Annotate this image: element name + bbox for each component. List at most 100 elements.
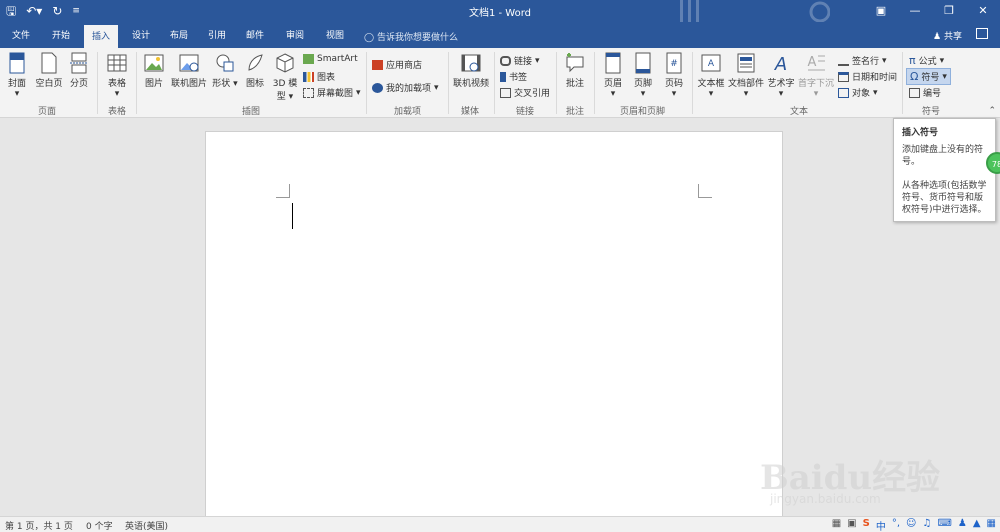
screenshot-button[interactable]: 屏幕截图 ▾ [303,86,361,99]
drop-cap-button[interactable]: A 首字下沉 ▾ [798,52,834,99]
sogou-icon[interactable]: S [863,518,870,532]
svg-text:#: # [670,59,678,69]
margin-corner-right [698,184,712,198]
quick-parts-label: 文档部件 [727,79,764,89]
tab-view[interactable]: 视图 [326,28,344,41]
shapes-button[interactable]: 形状 ▾ [211,52,239,89]
date-time-label: 日期和时间 [852,73,898,83]
tab-references[interactable]: 引用 [208,28,226,41]
collapse-ribbon-icon[interactable]: ⌃ [988,106,996,116]
group-addins: 加载项 [394,107,422,117]
symbol-button[interactable]: Ω 符号 ▾ [906,68,951,85]
tab-home[interactable]: 开始 [52,28,70,41]
ribbon-tabs: 文件 开始 插入 设计 布局 引用 邮件 审阅 视图 ◯ 告诉我你想要做什么 ♟… [0,22,1000,48]
cross-reference-button[interactable]: 交叉引用 [500,86,550,99]
screenshot-label: 屏幕截图 [317,89,354,99]
svg-text:A: A [774,54,787,74]
keyboard-icon[interactable]: ⌨ [937,518,951,532]
blank-page-button[interactable]: 空白页 [34,52,64,89]
watermark-url: jingyan.baidu.com [770,492,881,506]
online-picture-button[interactable]: 联机图片 [170,52,208,89]
textbox-button[interactable]: A 文本框 ▾ [697,52,725,99]
calendar-icon [838,71,849,82]
minimize-icon[interactable]: — [898,0,932,22]
wordart-button[interactable]: A 艺术字 ▾ [766,52,796,99]
feedback-icon[interactable] [976,28,988,39]
date-time-button[interactable]: 日期和时间 [838,70,897,83]
blank-label: 空白页 [35,79,63,89]
tell-me-label: 告诉我你想要做什么 [376,33,458,43]
watermark: Baidu经验 jingyan.baidu.com [760,420,1000,510]
read-mode-icon[interactable]: ▦ [832,518,841,532]
online-video-button[interactable]: 联机视频 [452,52,490,89]
object-button[interactable]: 对象 ▾ [838,86,878,99]
3d-models-button[interactable]: 3D 模型 ▾ [272,52,298,102]
icons-button[interactable]: 图标 [242,52,268,89]
tooltip-line-2: 从各种选项(包括数学符号、货币符号和版权符号)中进行选择。 [902,181,987,215]
icons-icon [248,54,263,71]
tab-insert[interactable]: 插入 [84,25,119,48]
page-break-button[interactable]: 分页 [66,52,92,89]
text-cursor [292,203,293,229]
svg-text:A: A [708,59,715,69]
share-button[interactable]: ♟ 共享 [933,29,962,42]
equation-button[interactable]: π 公式 ▾ [909,54,944,67]
punctuation-icon[interactable]: °, [892,518,900,532]
page-count[interactable]: 第 1 页，共 1 页 [5,519,73,532]
chart-button[interactable]: 图表 [303,70,335,83]
tab-file[interactable]: 文件 [12,28,30,41]
toolbox-icon[interactable]: ▦ [987,518,996,532]
quick-parts-button[interactable]: 文档部件 ▾ [727,52,765,99]
cover-page-button[interactable]: 封面 ▾ [4,52,30,99]
separator [97,52,98,114]
omega-icon: Ω [910,70,919,83]
close-icon[interactable]: ✕ [966,0,1000,22]
link-label: 链接 [514,57,533,67]
tooltip-title: 插入符号 [902,128,939,138]
document-page[interactable] [205,131,783,531]
ribbon-display-icon[interactable]: ▣ [864,0,898,22]
comment-button[interactable]: 批注 [561,52,589,89]
tell-me-box[interactable]: ◯ 告诉我你想要做什么 [364,30,458,43]
smartart-button[interactable]: SmartArt [303,54,358,64]
microphone-icon[interactable]: ♫ [922,518,931,532]
signature-line-button[interactable]: 签名行 ▾ [838,54,887,67]
bookmark-button[interactable]: 书签 [500,70,527,83]
cover-page-icon [9,52,25,74]
language-status[interactable]: 英语(美国) [125,519,168,532]
number-label: 编号 [923,89,942,99]
skin-icon[interactable]: ♟ [958,518,967,532]
tab-design[interactable]: 设计 [132,28,150,41]
emoji-icon[interactable]: ☺ [906,518,916,532]
restore-icon[interactable]: ❐ [932,0,966,22]
link-button[interactable]: 链接 ▾ [500,54,540,67]
number-button[interactable]: 编号 [909,86,941,99]
store-icon [372,59,383,70]
word-count[interactable]: 0 个字 [86,519,113,532]
group-tables: 表格 [108,107,127,117]
ribbon: 封面 ▾ 空白页 分页 页面 表格 ▾ 表格 图片 联机图片 形状 ▾ 图标 3D … [0,48,1000,118]
3d-label: 3D 模 [272,79,298,89]
tab-mailings[interactable]: 邮件 [246,28,264,41]
title-bar: 🖫 ↶▾ ↻ ≡ 文档1 - Word ▣ — ❐ ✕ [0,0,1000,22]
tab-layout[interactable]: 布局 [170,28,188,41]
3d-label-2: 型 [276,92,286,102]
input-mode-icon[interactable]: 中 [876,518,886,532]
footer-button[interactable]: 页脚 ▾ [630,52,656,99]
header-button[interactable]: 页眉 ▾ [600,52,626,99]
signature-icon [838,56,849,66]
shapes-label: 形状 [212,79,231,89]
my-addins-button[interactable]: 我的加载项 ▾ [372,81,439,94]
print-layout-icon[interactable]: ▣ [847,518,856,532]
footer-label: 页脚 [633,79,652,89]
blank-page-icon [41,52,57,74]
cube-icon [276,53,294,73]
shirt-icon[interactable]: ▲ [973,518,981,532]
store-button[interactable]: 应用商店 [372,58,422,71]
page-number-button[interactable]: # 页码 ▾ [661,52,687,99]
table-icon [107,54,127,72]
picture-button[interactable]: 图片 [141,52,167,89]
table-button[interactable]: 表格 ▾ [103,52,131,99]
tab-review[interactable]: 审阅 [286,28,304,41]
separator [556,52,557,114]
